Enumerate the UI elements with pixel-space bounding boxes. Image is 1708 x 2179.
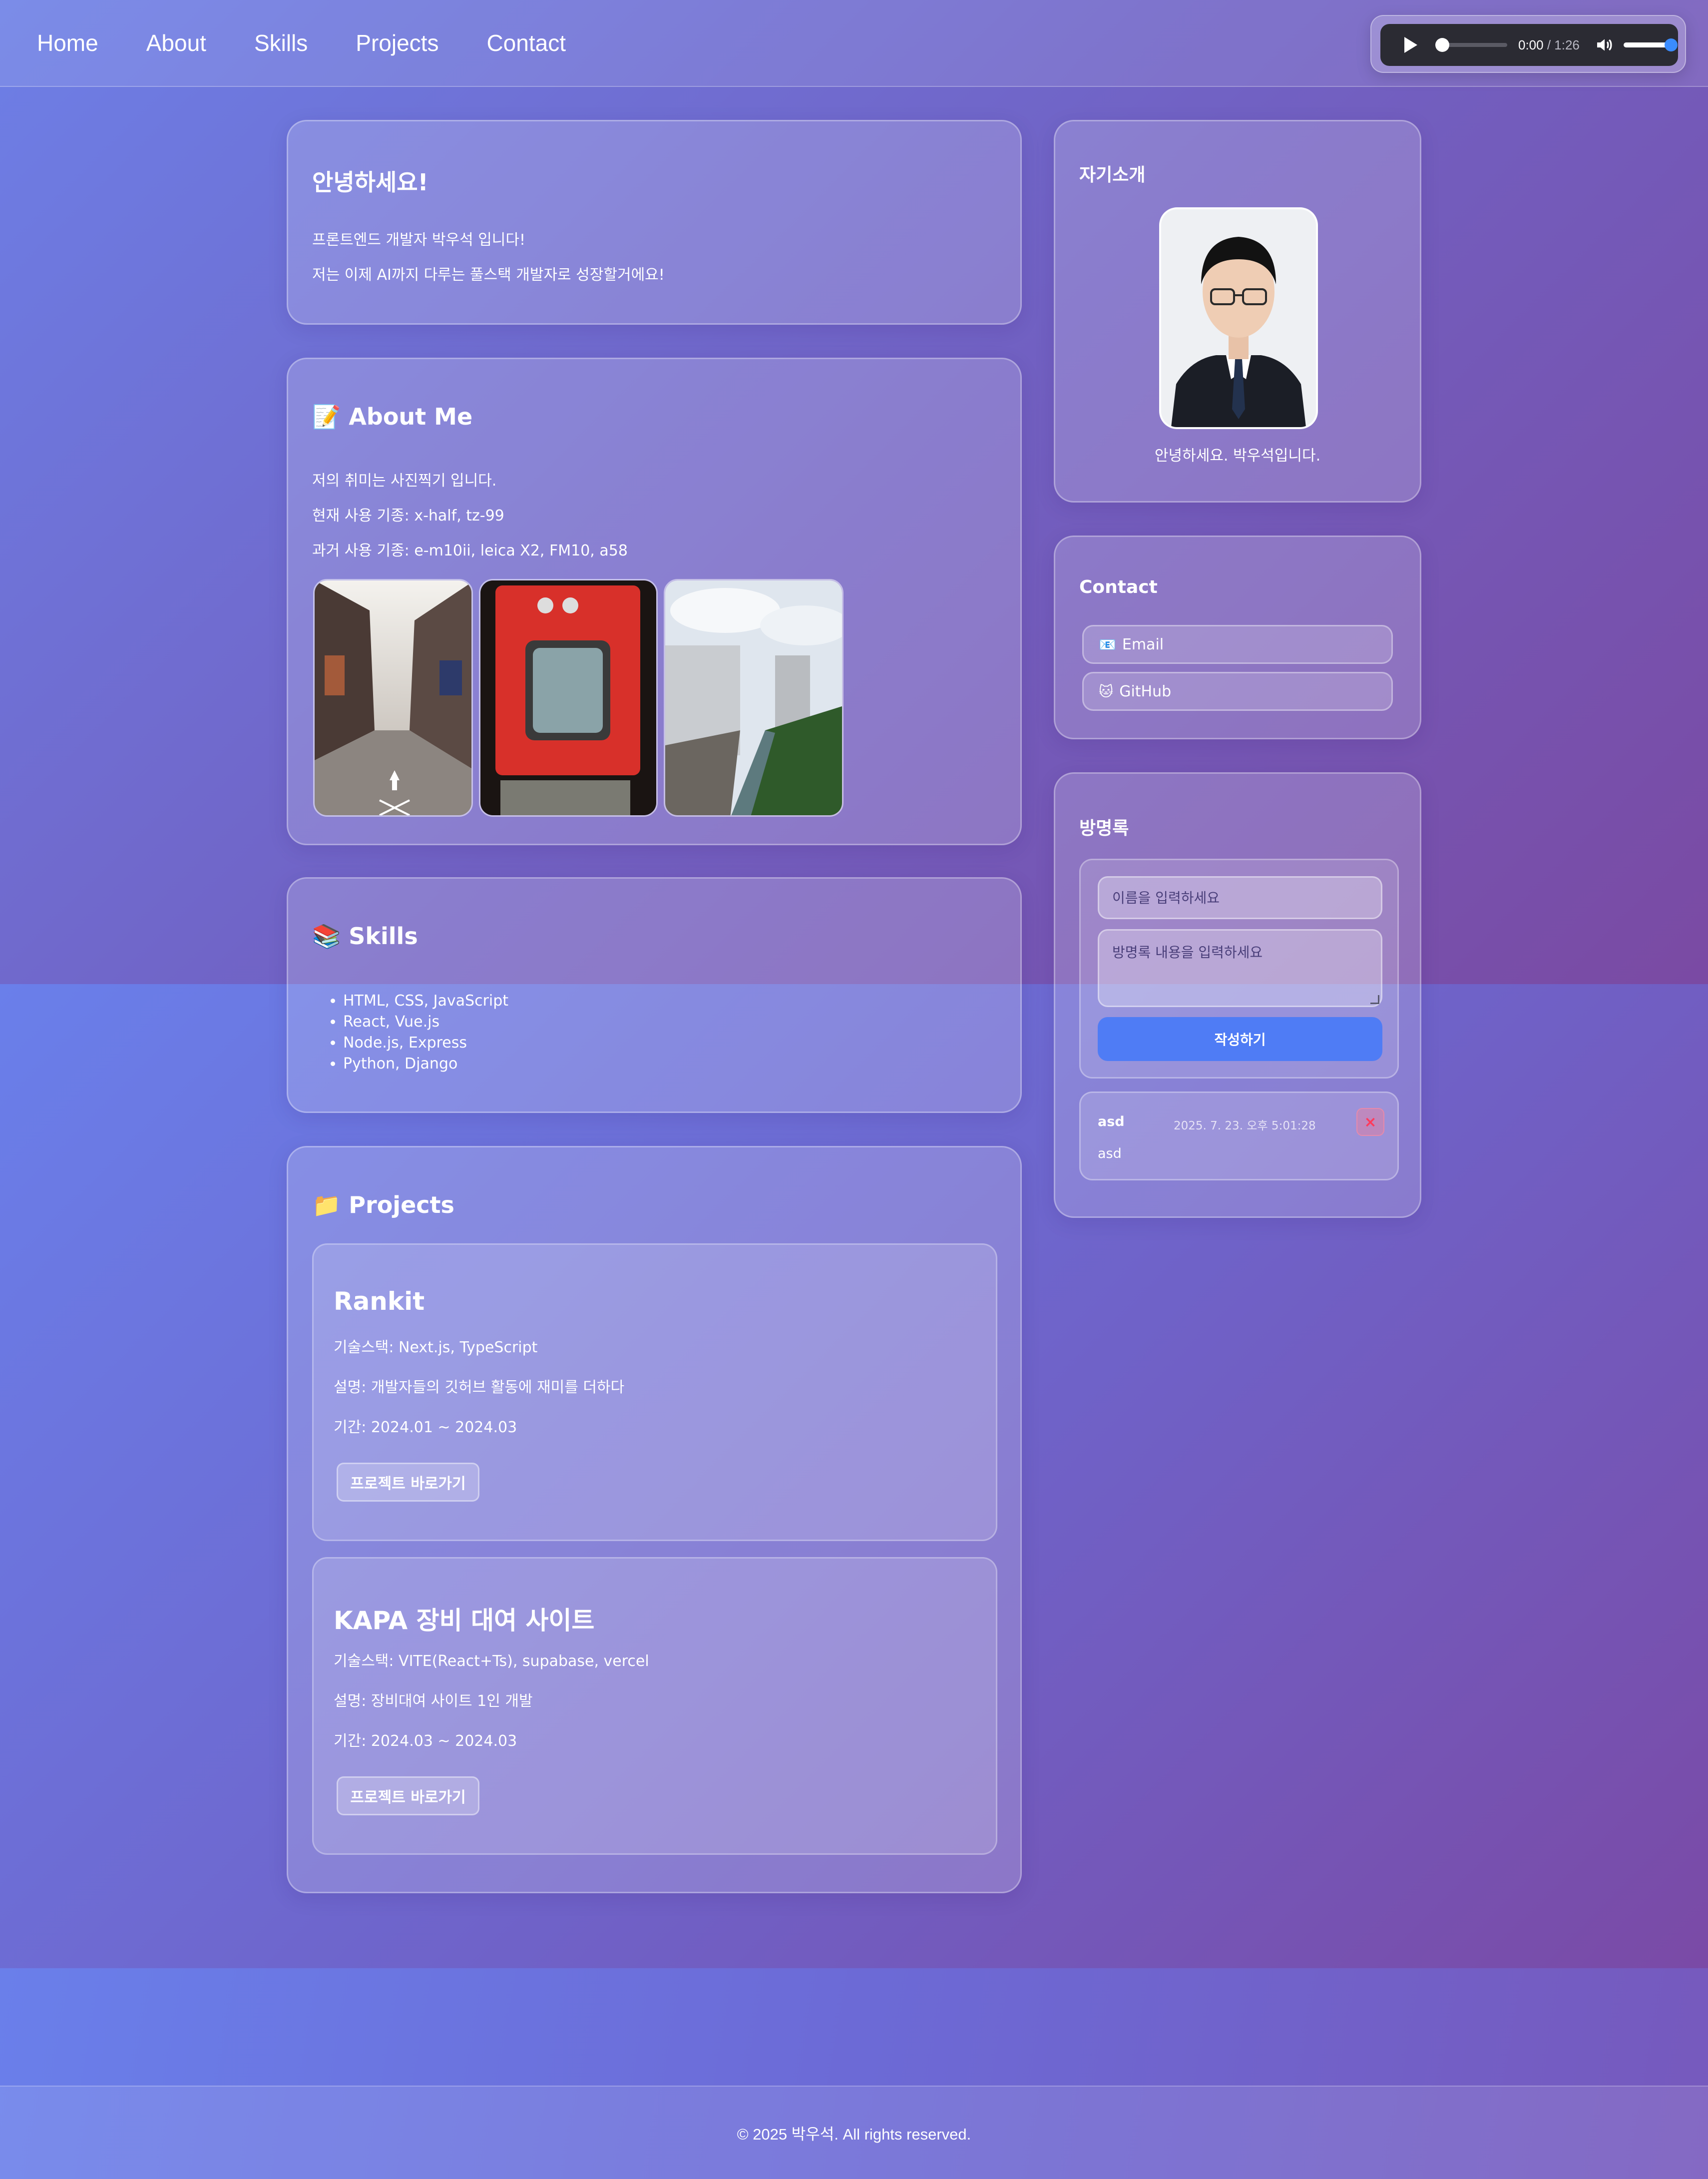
project-description: 설명: 장비대여 사이트 1인 개발	[334, 1692, 533, 1710]
guestbook-entry: asd 2025. 7. 23. 오후 5:01:28 × asd	[1079, 1091, 1399, 1180]
about-title-text: About Me	[349, 403, 473, 430]
volume-icon[interactable]	[1595, 35, 1615, 55]
guestbook-submit-button[interactable]: 작성하기	[1098, 1017, 1382, 1061]
skill-item: HTML, CSS, JavaScript	[343, 991, 508, 1012]
photo-alley	[313, 579, 473, 817]
project-period: 기간: 2024.01 ~ 2024.03	[334, 1419, 517, 1436]
project-stack: 기술스택: VITE(React+Ts), supabase, vercel	[334, 1652, 649, 1670]
volume-knob[interactable]	[1664, 38, 1678, 51]
nav-link-projects[interactable]: Projects	[356, 29, 438, 56]
projects-card: 📁 Projects Rankit 기술스택: Next.js, TypeScr…	[287, 1146, 1022, 1893]
github-button[interactable]: 🐱 GitHub	[1082, 672, 1393, 711]
nav-links: Home About Skills Projects Contact	[37, 29, 566, 56]
skill-item: React, Vue.js	[343, 1012, 508, 1033]
project-description: 설명: 개발자들의 깃허브 활동에 재미를 더하다	[334, 1379, 625, 1396]
github-cat-icon: 🐱	[1099, 683, 1114, 700]
audio-player-wrapper: 0:00 / 1:26	[1370, 15, 1686, 73]
skills-card: 📚 Skills HTML, CSS, JavaScript React, Vu…	[287, 877, 1022, 1113]
about-line-2: 현재 사용 기종: x-half, tz-99	[312, 507, 504, 525]
books-icon: 📚	[312, 923, 341, 950]
hello-title: 안녕하세요!	[312, 169, 428, 196]
project-card-kapa: KAPA 장비 대여 사이트 기술스택: VITE(React+Ts), sup…	[312, 1557, 997, 1855]
email-label: Email	[1122, 635, 1164, 653]
folder-icon: 📁	[312, 1191, 341, 1218]
audio-total-time: / 1:26	[1543, 37, 1580, 52]
skill-item: Python, Django	[343, 1054, 508, 1075]
about-line-3: 과거 사용 기종: e-m10ii, leica X2, FM10, a58	[312, 542, 628, 559]
profile-card: 자기소개 안녕하세요. 박우석입니다.	[1054, 120, 1421, 503]
project-card-rankit: Rankit 기술스택: Next.js, TypeScript 설명: 개발자…	[312, 1243, 997, 1541]
audio-time: 0:00 / 1:26	[1518, 37, 1580, 53]
guestbook-form: 작성하기	[1079, 859, 1399, 1079]
email-icon: 📧	[1099, 636, 1116, 653]
hello-card: 안녕하세요! 프론트엔드 개발자 박우석 입니다! 저는 이제 AI까지 다루는…	[287, 120, 1022, 325]
guestbook-entry-name: asd	[1098, 1114, 1125, 1129]
photo-red-machine	[479, 579, 658, 817]
memo-icon: 📝	[312, 403, 341, 430]
project-link-button[interactable]: 프로젝트 바로가기	[337, 1463, 479, 1502]
hello-line-2: 저는 이제 AI까지 다루는 풀스택 개발자로 성장할거에요!	[312, 266, 665, 284]
contact-title: Contact	[1079, 577, 1158, 597]
guestbook-card: 방명록 작성하기 asd 2025. 7. 23. 오후 5:01:28 × a…	[1054, 772, 1421, 1218]
profile-photo	[1159, 207, 1318, 429]
skills-list: HTML, CSS, JavaScript React, Vue.js Node…	[328, 991, 508, 1075]
guestbook-name-input[interactable]	[1098, 876, 1382, 919]
skills-title-text: Skills	[349, 923, 418, 950]
about-card: 📝 About Me 저의 취미는 사진찍기 입니다. 현재 사용 기종: x-…	[287, 358, 1022, 845]
project-stack: 기술스택: Next.js, TypeScript	[334, 1339, 538, 1356]
email-button[interactable]: 📧 Email	[1082, 625, 1393, 664]
about-title: 📝 About Me	[312, 403, 472, 431]
play-icon[interactable]	[1404, 37, 1417, 53]
about-line-1: 저의 취미는 사진찍기 입니다.	[312, 472, 497, 490]
footer-copyright: © 2025 박우석. All rights reserved.	[737, 2126, 971, 2143]
hello-line-1: 프론트엔드 개발자 박우석 입니다!	[312, 231, 526, 249]
audio-progress-knob[interactable]	[1435, 38, 1449, 52]
skills-title: 📚 Skills	[312, 923, 418, 950]
project-link-button[interactable]: 프로젝트 바로가기	[337, 1776, 479, 1815]
volume-slider[interactable]	[1623, 38, 1678, 51]
github-label: GitHub	[1119, 682, 1172, 700]
profile-title: 자기소개	[1079, 165, 1146, 185]
resize-grip-icon[interactable]	[1370, 995, 1379, 1004]
audio-player: 0:00 / 1:26	[1380, 24, 1678, 66]
audio-current-time: 0:00	[1518, 37, 1544, 52]
guestbook-message-input[interactable]	[1098, 929, 1382, 1007]
profile-caption: 안녕하세요. 박우석입니다.	[1154, 447, 1321, 465]
audio-progress-bar[interactable]	[1435, 38, 1507, 52]
guestbook-title: 방명록	[1079, 818, 1129, 839]
project-name: KAPA 장비 대여 사이트	[334, 1606, 595, 1635]
nav-link-contact[interactable]: Contact	[486, 29, 566, 56]
project-period: 기간: 2024.03 ~ 2024.03	[334, 1732, 517, 1750]
skill-item: Node.js, Express	[343, 1033, 508, 1054]
nav-link-about[interactable]: About	[146, 29, 206, 56]
guestbook-entry-message: asd	[1098, 1146, 1122, 1161]
projects-title: 📁 Projects	[312, 1191, 454, 1219]
contact-card: Contact 📧 Email 🐱 GitHub	[1054, 536, 1421, 739]
nav-link-home[interactable]: Home	[37, 29, 98, 56]
delete-icon[interactable]: ×	[1356, 1108, 1384, 1136]
guestbook-entry-date: 2025. 7. 23. 오후 5:01:28	[1174, 1119, 1316, 1132]
projects-title-text: Projects	[349, 1191, 454, 1218]
nav-link-skills[interactable]: Skills	[254, 29, 308, 56]
photo-stream	[664, 579, 844, 817]
footer: © 2025 박우석. All rights reserved.	[0, 2086, 1708, 2179]
project-name: Rankit	[334, 1287, 425, 1316]
